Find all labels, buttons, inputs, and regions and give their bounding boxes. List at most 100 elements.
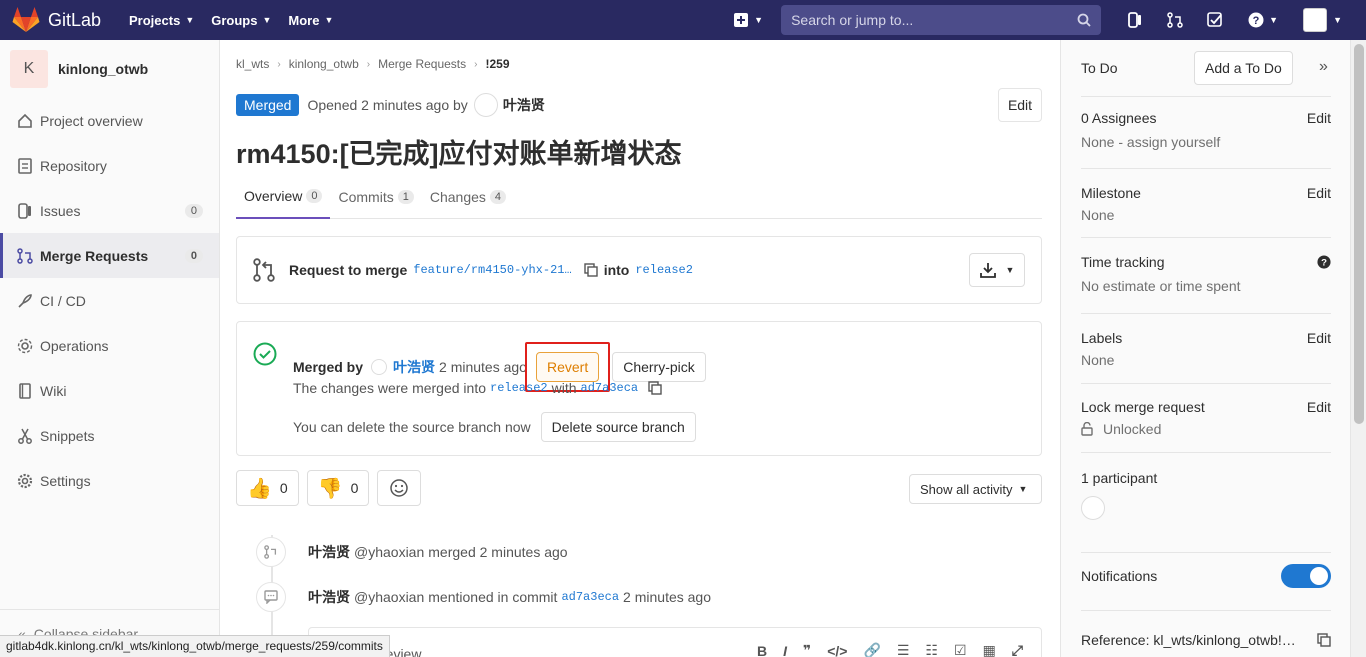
merged-into-branch[interactable]: release2: [490, 381, 548, 395]
activity-filter-dropdown[interactable]: Show all activity ▼: [909, 474, 1042, 504]
nav-more[interactable]: More ▼: [288, 13, 333, 28]
participant-avatar[interactable]: [1081, 496, 1105, 520]
note-author[interactable]: 叶浩贤: [308, 587, 350, 607]
note-author[interactable]: 叶浩贤: [308, 542, 350, 562]
assignees-edit-link[interactable]: Edit: [1307, 110, 1331, 126]
merged-into-row: The changes were merged into release2 wi…: [293, 380, 668, 396]
project-header[interactable]: K kinlong_otwb: [0, 40, 219, 98]
new-dropdown-button[interactable]: ▼: [734, 13, 763, 27]
italic-icon[interactable]: I: [783, 643, 787, 657]
sidebar-item-operations[interactable]: Operations: [0, 323, 219, 368]
download-icon: [979, 263, 996, 278]
breadcrumb-item[interactable]: kinlong_otwb: [289, 57, 359, 71]
note-commit-link[interactable]: ad7a3eca: [561, 590, 619, 604]
merge-request-icon: [1167, 12, 1183, 28]
tab-commits[interactable]: Commits 1: [330, 175, 421, 219]
search-box[interactable]: [781, 5, 1102, 35]
right-sidebar: To Do Add a To Do » 0 Assignees Edit None…: [1060, 40, 1350, 657]
add-todo-button[interactable]: Add a To Do: [1194, 51, 1293, 85]
delete-branch-text: You can delete the source branch now: [293, 419, 531, 435]
fullscreen-icon[interactable]: ⤢: [1012, 642, 1023, 657]
sidebar-item-issues[interactable]: Issues 0: [0, 188, 219, 233]
merger-avatar[interactable]: [371, 359, 388, 375]
merged-by-label: Merged by: [293, 359, 364, 375]
divider: [1081, 452, 1331, 453]
merger-name[interactable]: 叶浩贤: [393, 357, 435, 377]
award-emoji-row: 👍 0 👎 0: [236, 470, 429, 506]
todos-nav-icon[interactable]: [1205, 10, 1225, 30]
breadcrumb-item[interactable]: Merge Requests: [378, 57, 466, 71]
status-badge: Merged: [236, 94, 300, 116]
author-avatar[interactable]: [473, 93, 498, 117]
sidebar-item-snippets[interactable]: Snippets: [0, 413, 219, 458]
quote-icon[interactable]: ❞: [803, 642, 811, 657]
lock-value: Unlocked: [1103, 421, 1162, 437]
note-handle[interactable]: @yhaoxian: [354, 544, 424, 560]
sidebar-item-settings[interactable]: Settings: [0, 458, 219, 503]
question-icon: ?: [1248, 12, 1264, 28]
delete-source-branch-button[interactable]: Delete source branch: [540, 412, 696, 442]
notifications-toggle[interactable]: [1281, 564, 1331, 588]
divider: [1081, 168, 1331, 169]
time-tracking-label: Time tracking: [1081, 254, 1165, 270]
numbered-list-icon[interactable]: ☷: [925, 642, 938, 657]
edit-mr-button[interactable]: Edit: [998, 88, 1042, 122]
scrollbar-thumb[interactable]: [1354, 44, 1364, 424]
chevron-right-icon: ›: [474, 58, 478, 70]
link-icon[interactable]: 🔗: [863, 642, 880, 657]
sidebar-item-repository[interactable]: Repository: [0, 143, 219, 188]
sidebar-item-merge-requests[interactable]: Merge Requests 0: [0, 233, 219, 278]
nav-projects[interactable]: Projects ▼: [129, 13, 194, 28]
chevron-down-icon: ▼: [1005, 265, 1015, 275]
logo-text: GitLab: [48, 9, 102, 30]
merged-widget: Merged by 叶浩贤 2 minutes ago Revert Cherr…: [236, 321, 1042, 456]
download-dropdown-button[interactable]: ▼: [969, 253, 1025, 287]
code-icon[interactable]: </>: [827, 643, 847, 657]
note-text: merged 2 minutes ago: [428, 544, 568, 560]
task-list-icon[interactable]: ☑: [954, 642, 967, 657]
assignees-value[interactable]: None - assign yourself: [1081, 134, 1331, 150]
target-branch-link[interactable]: release2: [635, 263, 693, 277]
commit-sha-link[interactable]: ad7a3eca: [581, 381, 639, 395]
tab-overview[interactable]: Overview 0: [236, 175, 331, 219]
sidebar-item-project-overview[interactable]: Project overview: [0, 98, 219, 143]
breadcrumb-item[interactable]: kl_wts: [236, 57, 269, 71]
nav-more-label: More: [288, 12, 320, 28]
milestone-edit-link[interactable]: Edit: [1307, 185, 1331, 201]
note-handle[interactable]: @yhaoxian: [354, 589, 424, 605]
sidebar-item-ci-cd[interactable]: CI / CD: [0, 278, 219, 323]
thumbs-up-button[interactable]: 👍 0: [236, 470, 299, 506]
copy-icon[interactable]: [648, 381, 662, 395]
page-scrollbar[interactable]: [1350, 40, 1366, 657]
search-input[interactable]: [791, 12, 1078, 28]
author-name[interactable]: 叶浩贤: [503, 95, 545, 115]
lock-edit-link[interactable]: Edit: [1307, 399, 1331, 415]
thumbs-down-button[interactable]: 👎 0: [306, 470, 370, 506]
add-reaction-button[interactable]: [377, 470, 422, 506]
table-icon[interactable]: ▦: [983, 642, 996, 657]
question-icon[interactable]: ?: [1317, 255, 1331, 269]
nav-groups[interactable]: Groups ▼: [211, 13, 271, 28]
breadcrumb-current[interactable]: !259: [485, 57, 509, 71]
chevron-right-icon: ›: [277, 58, 281, 70]
bold-icon[interactable]: B: [757, 643, 767, 657]
tab-changes[interactable]: Changes 4: [422, 175, 514, 219]
bullet-list-icon[interactable]: ☰: [897, 642, 910, 657]
merge-requests-nav-icon[interactable]: [1165, 10, 1185, 30]
expand-sidebar-icon[interactable]: »: [1319, 58, 1328, 76]
labels-edit-link[interactable]: Edit: [1307, 330, 1331, 346]
issues-nav-icon[interactable]: [1125, 10, 1145, 30]
milestone-value: None: [1081, 207, 1115, 223]
source-branch-link[interactable]: feature/rm4150-yhx-21…: [413, 263, 571, 277]
comment-form[interactable]: review B I ❞ </> 🔗 ☰ ☷ ☑ ▦ ⤢: [308, 627, 1042, 657]
copy-icon[interactable]: [583, 263, 598, 277]
sidebar-item-label: Operations: [40, 337, 109, 354]
copy-icon[interactable]: [1317, 633, 1331, 647]
sidebar-item-wiki[interactable]: Wiki: [0, 368, 219, 413]
gitlab-logo[interactable]: GitLab: [12, 7, 112, 33]
cherry-pick-button[interactable]: Cherry-pick: [612, 352, 706, 382]
user-avatar[interactable]: [1303, 8, 1328, 32]
help-nav-icon[interactable]: ? ▼: [1245, 10, 1281, 30]
revert-button[interactable]: Revert: [535, 352, 600, 382]
time-tracking-value: No estimate or time spent: [1081, 278, 1241, 294]
